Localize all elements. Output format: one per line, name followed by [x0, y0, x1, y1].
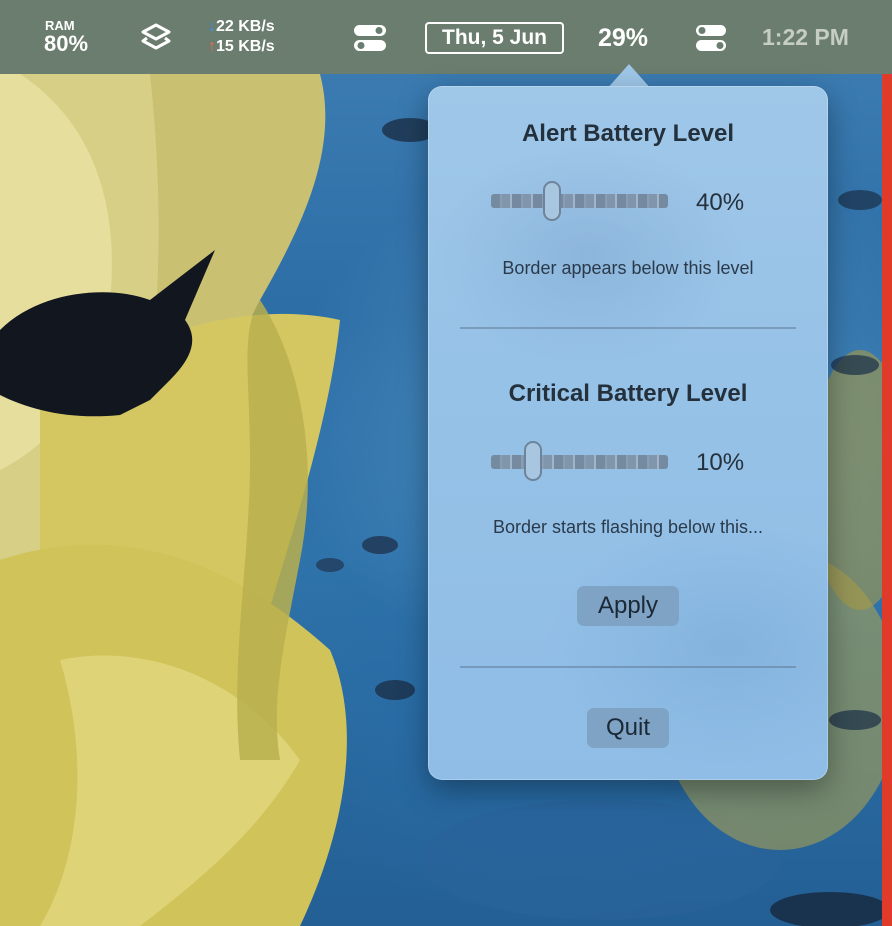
upload-rate-text: 15 KB/s: [216, 38, 275, 55]
menu-bar-date[interactable]: Thu, 5 Jun: [425, 22, 564, 54]
battery-percentage[interactable]: 29%: [598, 22, 648, 54]
quit-button[interactable]: Quit: [587, 708, 669, 748]
menu-bar: RAM 80% ↓22 KB/s ↑15 KB/s Thu, 5 Jun 29%: [0, 0, 892, 74]
download-arrow-icon: ↓: [208, 18, 216, 35]
alert-level-slider-thumb[interactable]: [543, 181, 561, 221]
alert-level-slider-track[interactable]: [491, 194, 668, 208]
alert-level-caption: Border appears below this level: [502, 258, 754, 278]
network-download-rate[interactable]: ↓22 KB/s: [208, 17, 275, 36]
alert-level-value: 40%: [696, 189, 745, 216]
battery-settings-popover: Alert Battery Level 40% Border appears b…: [428, 86, 828, 780]
ram-usage-value[interactable]: 80%: [44, 32, 88, 56]
menu-bar-clock[interactable]: 1:22 PM: [762, 22, 849, 52]
critical-level-slider-track[interactable]: [491, 455, 668, 469]
critical-level-caption: Border starts flashing below this...: [492, 517, 764, 537]
desktop: RAM 80% ↓22 KB/s ↑15 KB/s Thu, 5 Jun 29%: [0, 0, 892, 926]
alert-battery-level-title: Alert Battery Level: [521, 120, 735, 147]
network-upload-rate[interactable]: ↑15 KB/s: [208, 37, 275, 56]
section-divider: [460, 666, 796, 668]
section-divider: [460, 327, 796, 329]
control-center-icon[interactable]: [694, 22, 728, 54]
download-rate-text: 22 KB/s: [216, 18, 275, 35]
apply-button[interactable]: Apply: [577, 586, 679, 626]
low-battery-border: [882, 74, 892, 926]
critical-level-slider-thumb[interactable]: [524, 441, 542, 481]
critical-battery-level-title: Critical Battery Level: [508, 380, 748, 407]
toggle-switch-icon[interactable]: [352, 22, 388, 54]
upload-arrow-icon: ↑: [208, 38, 216, 55]
layers-icon[interactable]: [139, 21, 173, 55]
critical-level-value: 10%: [696, 449, 745, 476]
